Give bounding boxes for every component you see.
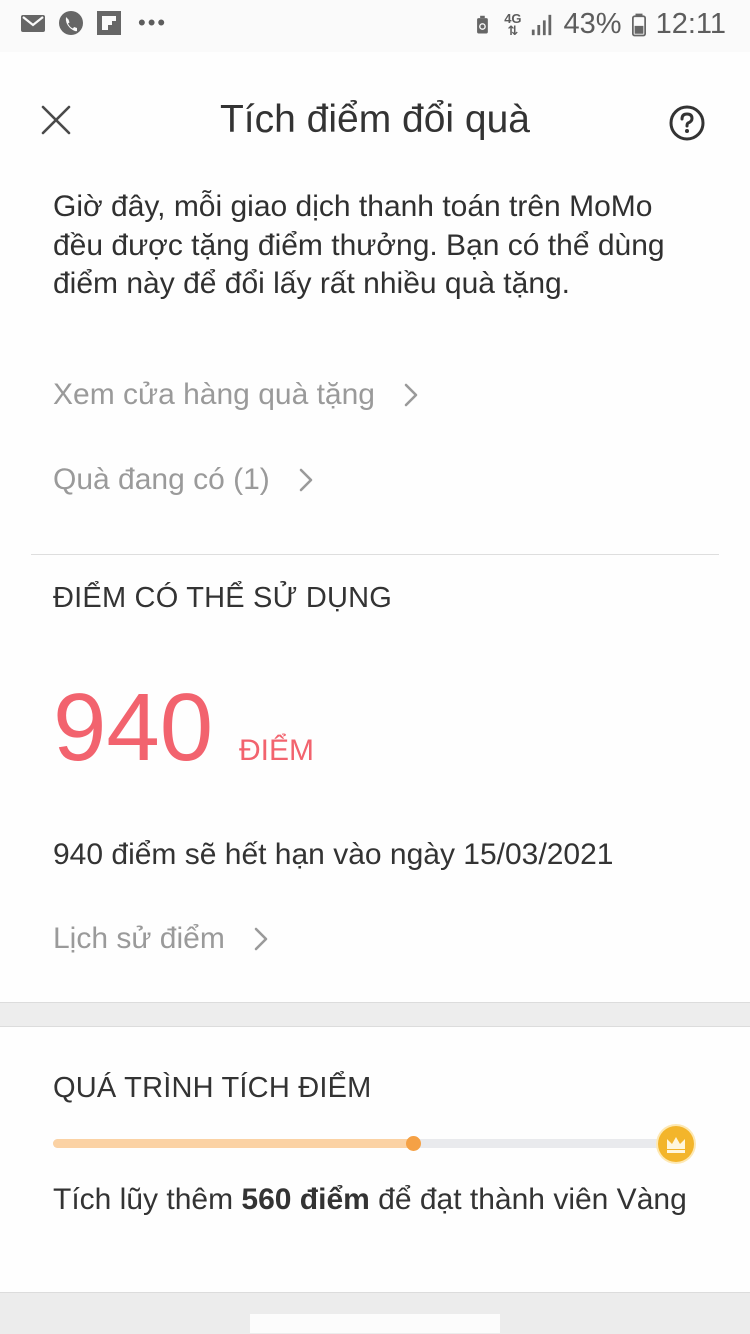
progress-heading: QUÁ TRÌNH TÍCH ĐIỂM: [53, 1072, 372, 1104]
gmail-icon: [21, 15, 45, 32]
progress-knob: [405, 1136, 421, 1151]
status-bar-notifications: •••: [20, 10, 167, 36]
clock: 12:11: [655, 8, 726, 40]
points-progress-bar: [53, 1136, 663, 1151]
divider: [31, 554, 719, 555]
progress-message-prefix: Tích lũy thêm: [53, 1183, 242, 1216]
progress-message-suffix: để đạt thành viên Vàng: [369, 1183, 687, 1216]
points-history-link[interactable]: Lịch sử điểm: [53, 922, 271, 956]
points-unit: ĐIỂM: [239, 734, 314, 767]
section-separator: [0, 1002, 750, 1027]
crown-icon: [658, 1126, 694, 1162]
page-title: Tích điểm đổi quà: [219, 98, 530, 141]
chevron-right-icon: [299, 468, 313, 492]
status-bar: ••• 4G ⇅ 43% 12:11: [0, 0, 750, 52]
progress-fill: [53, 1139, 413, 1148]
my-gifts-link[interactable]: Quà đang có (1): [53, 463, 316, 497]
points-expiry-text: 940 điểm sẽ hết hạn vào ngày 15/03/2021: [53, 838, 614, 871]
more-dots-icon: •••: [138, 10, 168, 35]
network-4g-icon: 4G ⇅: [504, 10, 522, 38]
chevron-right-icon: [404, 383, 418, 407]
progress-message: Tích lũy thêm 560 điểm để đạt thành viên…: [53, 1182, 693, 1218]
status-bar-system: 4G ⇅ 43% 12:11: [474, 8, 726, 41]
points-value: 940: [53, 674, 214, 781]
phone-icon: [59, 11, 83, 35]
battery-percent: 43%: [563, 8, 622, 40]
top-app-bar: Tích điểm đổi quà: [0, 52, 750, 192]
flipboard-icon: [97, 11, 121, 35]
battery-icon: [631, 13, 646, 36]
battery-saver-icon: [477, 15, 489, 33]
my-gifts-label: Quà đang có (1): [53, 463, 270, 496]
intro-text: Giờ đây, mỗi giao dịch thanh toán trên M…: [53, 190, 665, 300]
usable-points-heading: ĐIỂM CÓ THỂ SỬ DỤNG: [53, 582, 392, 614]
progress-message-points: 560 điểm: [241, 1183, 370, 1216]
chevron-right-icon: [254, 927, 268, 951]
gift-store-label: Xem cửa hàng quà tặng: [53, 378, 375, 411]
bottom-sheet-tab: [250, 1314, 500, 1333]
help-circle-icon[interactable]: [668, 104, 706, 142]
gift-store-link[interactable]: Xem cửa hàng quà tặng: [53, 378, 421, 412]
network-type-label: 4G: [504, 10, 522, 26]
points-history-label: Lịch sử điểm: [53, 922, 225, 955]
signal-icon: [531, 14, 551, 35]
